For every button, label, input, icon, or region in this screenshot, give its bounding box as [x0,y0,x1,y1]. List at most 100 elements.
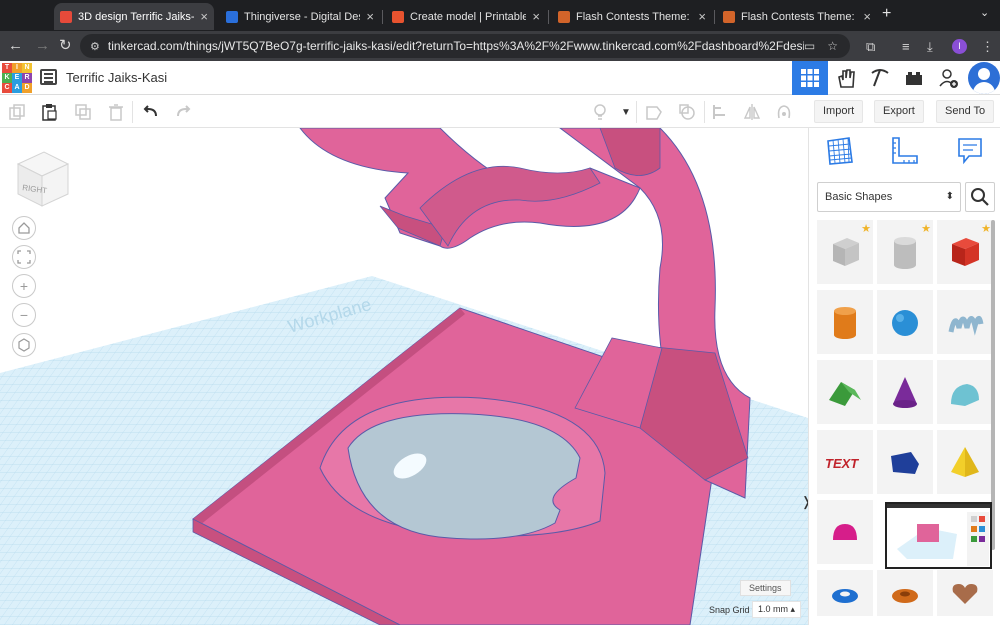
round-roof-icon [951,384,979,406]
download-icon[interactable]: ⤓ [927,39,933,55]
url-text[interactable]: tinkercad.com/things/jWT5Q7BeO7g-terrifi… [108,39,804,53]
tinkercad-logo[interactable]: TIN KER CAD [2,63,32,93]
zoom-out-button[interactable]: − [12,303,36,327]
perspective-button[interactable] [12,333,36,357]
shape-cylinder[interactable] [817,290,873,354]
shape-torus[interactable] [817,570,873,616]
extensions-icon[interactable]: ⧉ [866,39,875,55]
browser-tab-flash-contests-2[interactable]: Flash Contests Theme: Charg × [717,3,877,30]
undo-icon[interactable] [141,102,161,122]
design-title[interactable]: Terrific Jaiks-Kasi [66,70,167,85]
shape-scribble[interactable] [937,290,993,354]
svg-text:TEXT: TEXT [825,456,859,471]
close-icon[interactable]: × [200,9,208,24]
bookmark-star-icon[interactable]: ☆ [827,39,838,53]
app-header: TIN KER CAD Terrific Jaiks-Kasi [0,61,1000,95]
shape-search-button[interactable] [965,182,995,212]
view-cube[interactable]: RIGHT [14,148,70,208]
tube-icon [892,589,918,603]
media-control-icon[interactable]: ≡ [902,39,910,54]
user-avatar[interactable] [968,62,1000,94]
panel-scrollbar[interactable] [991,220,995,550]
ruler-icon[interactable] [889,136,919,166]
text-3d-icon: TEXT [825,456,859,471]
shape-cylinder-hole[interactable]: ★ [877,220,933,284]
design-thumbnail[interactable] [885,502,992,569]
back-button[interactable]: ← [8,37,23,55]
favorite-star-icon[interactable]: ★ [921,222,931,235]
group-icon[interactable] [644,102,664,122]
align-icon[interactable] [710,102,730,122]
reload-button[interactable]: ↻ [59,37,72,55]
scribble-icon [948,316,984,336]
close-icon[interactable]: × [863,9,871,24]
shape-polygon[interactable] [877,430,933,494]
fit-view-button[interactable] [12,245,36,269]
zoom-in-button[interactable]: + [12,274,36,298]
mirror-icon[interactable] [742,102,762,122]
browser-tab-flash-contests-1[interactable]: Flash Contests Theme: Charg × [552,3,712,30]
cruise-icon[interactable] [774,102,794,122]
shape-heart[interactable] [937,570,993,616]
close-icon[interactable]: × [532,9,540,24]
shape-box-hole[interactable]: ★ [817,220,873,284]
light-bulb-icon[interactable] [590,102,610,122]
tab-search-chevron-icon[interactable]: ⌄ [980,6,989,19]
site-info-icon[interactable]: ⚙ [90,40,100,53]
forward-button[interactable]: → [35,37,50,55]
add-user-icon [939,69,958,88]
box-hole-icon [833,238,859,266]
new-tab-button[interactable]: + [882,5,891,23]
favorite-star-icon[interactable]: ★ [981,222,991,235]
add-user-button[interactable] [930,61,966,95]
favorite-star-icon[interactable]: ★ [861,222,871,235]
browser-tab-thingiverse[interactable]: Thingiverse - Digital Designs × [220,3,380,30]
send-to-button[interactable]: Send To [936,100,995,123]
shape-text[interactable]: TEXT [817,430,873,494]
panel-collapse-chevron-icon[interactable]: ❭ [801,494,808,510]
shape-roof[interactable] [817,360,873,424]
copy-icon[interactable] [7,102,27,122]
workplane-grid-icon[interactable] [825,136,855,166]
shape-sphere[interactable] [877,290,933,354]
brick-icon [906,72,922,85]
shape-tube[interactable] [877,570,933,616]
close-icon[interactable]: × [698,9,706,24]
notes-icon[interactable] [955,136,985,166]
export-button[interactable]: Export [874,100,924,123]
tinkercad-favicon-icon [60,10,72,23]
shape-category-select[interactable]: Basic Shapes ⬍ [817,182,961,212]
settings-button[interactable]: Settings [740,580,791,596]
cast-icon[interactable]: ▭ [804,39,815,53]
bricks-button[interactable] [896,61,932,95]
heart-icon [952,584,978,604]
simulate-button[interactable] [862,61,898,95]
snap-grid-select[interactable]: 1.0 mm ▴ [752,601,802,618]
shape-box[interactable]: ★ [937,220,993,284]
box-icon [952,238,979,266]
paste-icon[interactable] [39,102,59,122]
shape-round-roof[interactable] [937,360,993,424]
profile-avatar[interactable]: I [952,39,967,54]
shape-pyramid[interactable] [937,430,993,494]
pickaxe-icon [871,69,889,87]
delete-icon[interactable] [106,102,126,122]
3d-viewport[interactable]: Workplane RIGHT + − Settings Snap Grid 1… [0,128,808,625]
address-bar[interactable]: ⚙ tinkercad.com/things/jWT5Q7BeO7g-terri… [80,34,850,58]
designs-list-icon[interactable] [40,69,57,85]
browser-tab-printables[interactable]: Create model | Printables.com × [386,3,546,30]
close-icon[interactable]: × [366,9,374,24]
redo-icon[interactable] [173,102,193,122]
shape-half-sphere[interactable] [817,500,873,564]
browser-tab-tinkercad[interactable]: 3D design Terrific Jaiks-Kasi × [54,3,214,30]
duplicate-icon[interactable] [73,102,93,122]
import-button[interactable]: Import [814,100,864,123]
blocks-button[interactable] [828,61,864,95]
shape-cone[interactable] [877,360,933,424]
3d-view-button[interactable] [792,61,828,95]
ungroup-icon[interactable] [677,102,697,122]
more-menu-icon[interactable]: ⋮ [981,39,994,55]
home-view-button[interactable] [12,216,36,240]
chevron-down-icon[interactable]: ▼ [616,102,636,122]
torus-icon [832,589,858,603]
